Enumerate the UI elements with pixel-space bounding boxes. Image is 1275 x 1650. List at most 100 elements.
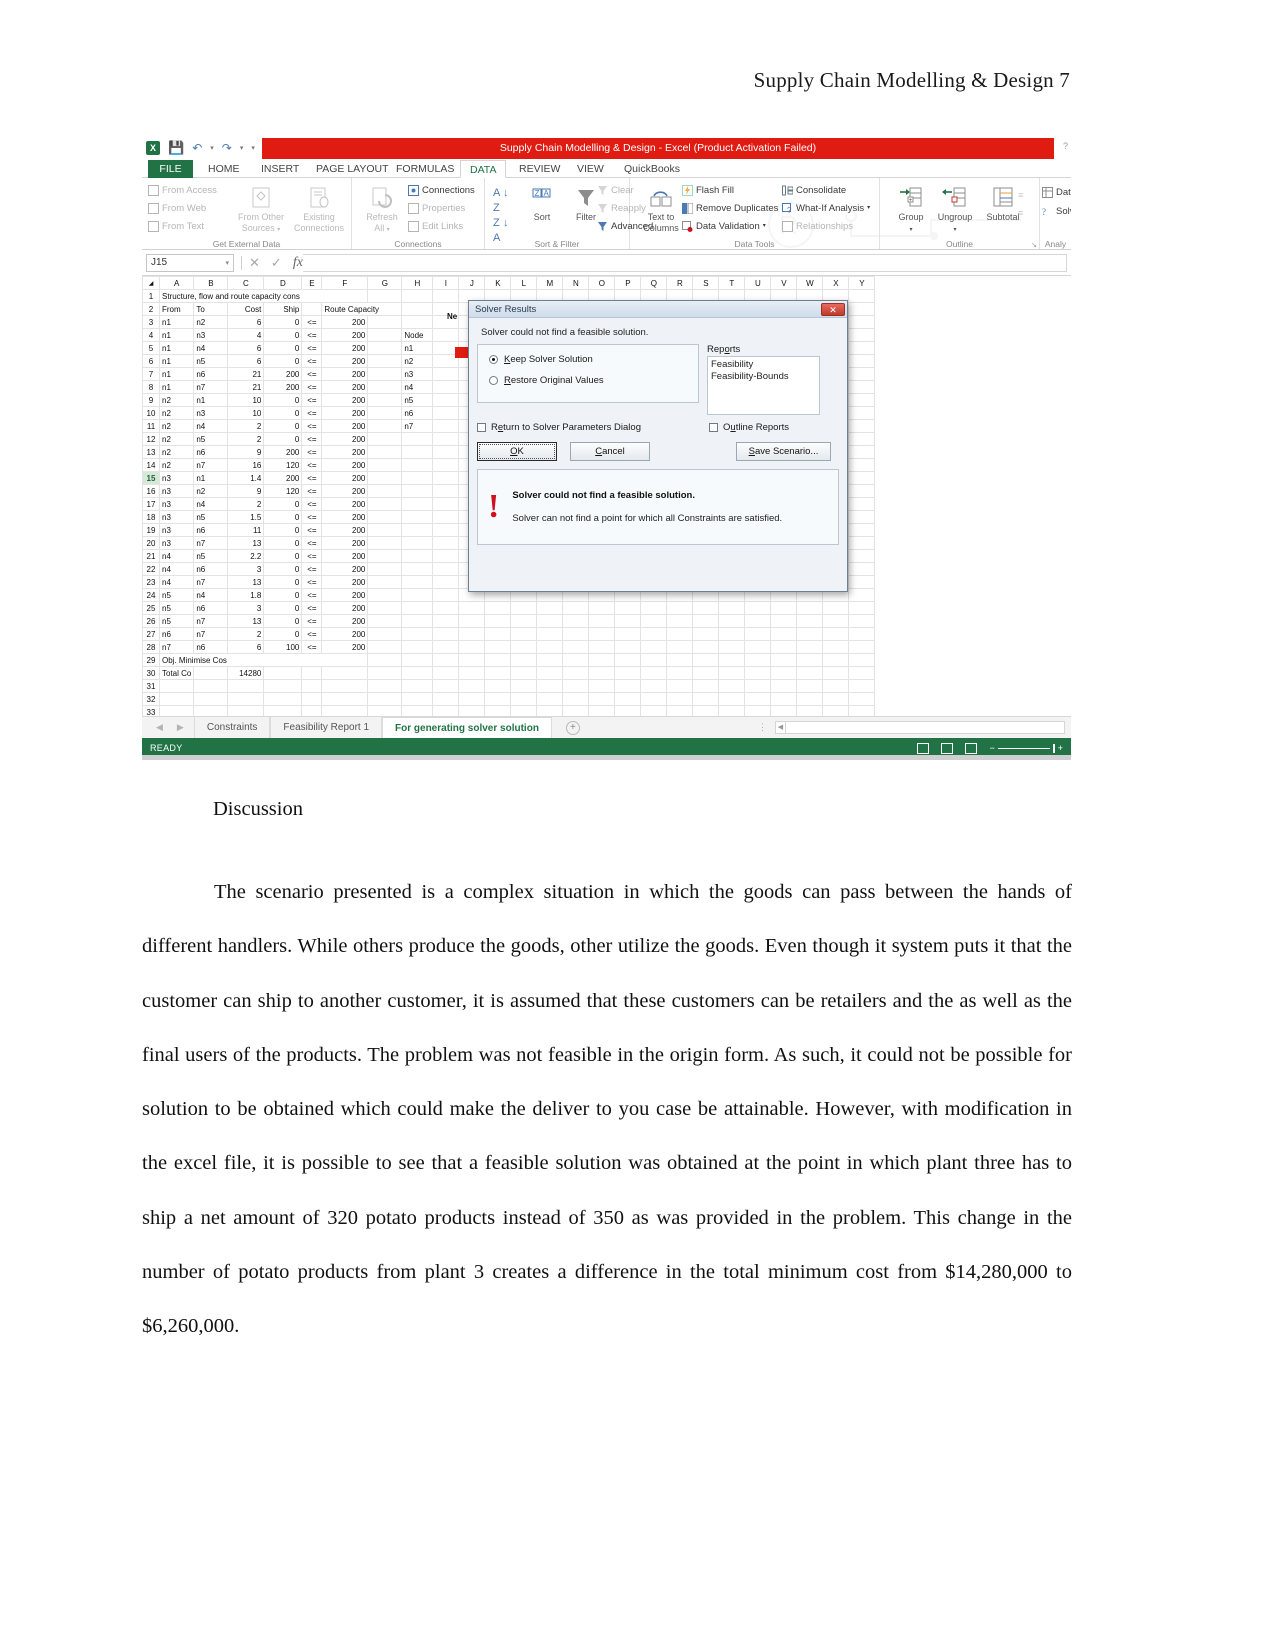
cell-A23[interactable]: n4 (158, 575, 195, 589)
row-header-27[interactable]: 27 (142, 627, 160, 641)
cell-R25[interactable] (666, 601, 694, 615)
cell-C23[interactable]: 13 (227, 575, 265, 589)
cell-R31[interactable] (666, 679, 694, 693)
cell-A19[interactable]: n3 (158, 523, 195, 537)
cell-D16[interactable]: 120 (263, 484, 303, 498)
cell-empty[interactable] (536, 653, 564, 667)
cell-B28[interactable]: n6 (193, 640, 229, 654)
cell-I19[interactable] (432, 523, 460, 537)
cell-B13[interactable]: n6 (193, 445, 229, 459)
cell-R28[interactable] (666, 640, 694, 654)
cell-F7[interactable]: 200 (321, 367, 369, 381)
cell-C17[interactable]: 2 (227, 497, 265, 511)
cell-A27[interactable]: n6 (158, 627, 195, 641)
cell-I28[interactable] (432, 640, 460, 654)
tab-data[interactable]: DATA (460, 160, 507, 178)
cell-C28[interactable]: 6 (227, 640, 265, 654)
cell-Y7[interactable] (848, 367, 876, 381)
cell-Q31[interactable] (640, 679, 668, 693)
cell-A9[interactable]: n2 (158, 393, 195, 407)
cell-A20[interactable]: n3 (158, 536, 195, 550)
cell-K31[interactable] (484, 679, 512, 693)
cell-G27[interactable] (367, 627, 403, 641)
cell-Y21[interactable] (848, 549, 876, 563)
cell-B11[interactable]: n4 (193, 419, 229, 433)
cell-E14[interactable]: <= (301, 458, 323, 472)
cell-D33[interactable] (263, 705, 303, 716)
cell-K26[interactable] (484, 614, 512, 628)
cell-J30[interactable] (458, 666, 486, 680)
cell-empty[interactable] (562, 653, 590, 667)
cell-F11[interactable]: 200 (321, 419, 369, 433)
cell-K30[interactable] (484, 666, 512, 680)
sort-ascending-icon[interactable]: AZ (493, 186, 500, 216)
connections-command[interactable]: Connections (408, 184, 475, 197)
cell-Q32[interactable] (640, 692, 668, 706)
tab-review[interactable]: REVIEW (510, 160, 569, 178)
relationships-command[interactable]: Relationships (782, 220, 870, 233)
cell-B26[interactable]: n7 (193, 614, 229, 628)
cell-E22[interactable]: <= (301, 562, 323, 576)
cell-B21[interactable]: n5 (193, 549, 229, 563)
row-header-26[interactable]: 26 (142, 614, 160, 628)
cell-F12[interactable]: 200 (321, 432, 369, 446)
cell-T26[interactable] (718, 614, 746, 628)
cell-J27[interactable] (458, 627, 486, 641)
cell-U33[interactable] (744, 705, 772, 716)
column-header-e[interactable]: E (301, 276, 323, 290)
cell-P28[interactable] (614, 640, 642, 654)
cell-I23[interactable] (432, 575, 460, 589)
cell-merged-r1[interactable]: Structure, flow and route capacity cons (158, 289, 369, 303)
table-row[interactable]: 30 Total Co 14280 (142, 666, 876, 680)
cell-empty[interactable] (796, 653, 824, 667)
cell-E15[interactable]: <= (301, 471, 323, 485)
cell-V27[interactable] (770, 627, 798, 641)
cell-B27[interactable]: n7 (193, 627, 229, 641)
restore-original-values-option[interactable]: Restore Original Values (489, 375, 698, 386)
row-header-5[interactable]: 5 (142, 341, 160, 355)
row-header-33[interactable]: 33 (142, 705, 160, 716)
cell-R27[interactable] (666, 627, 694, 641)
help-icon[interactable]: ? (1063, 141, 1068, 151)
cell-B19[interactable]: n6 (193, 523, 229, 537)
cell-O33[interactable] (588, 705, 616, 716)
cell-B18[interactable]: n5 (193, 510, 229, 524)
cell-D15[interactable]: 200 (263, 471, 303, 485)
cell-D13[interactable]: 200 (263, 445, 303, 459)
cell-L33[interactable] (510, 705, 538, 716)
properties-command[interactable]: Properties (408, 202, 475, 215)
cell-T32[interactable] (718, 692, 746, 706)
cell-empty[interactable] (666, 653, 694, 667)
cell-H3[interactable] (401, 315, 434, 329)
cell-H14[interactable] (401, 458, 434, 472)
cell-H11[interactable]: n7 (401, 419, 434, 433)
cell-B2[interactable]: To (193, 302, 229, 316)
cell-F25[interactable]: 200 (321, 601, 369, 615)
next-sheet-icon[interactable]: ▶ (177, 722, 184, 733)
cell-E7[interactable]: <= (301, 367, 323, 381)
cell-D27[interactable]: 0 (263, 627, 303, 641)
cell-J25[interactable] (458, 601, 486, 615)
row-header-14[interactable]: 14 (142, 458, 160, 472)
cell-Y5[interactable] (848, 341, 876, 355)
cell-S27[interactable] (692, 627, 720, 641)
report-item-feasibility-bounds[interactable]: Feasibility-Bounds (711, 371, 816, 383)
cell-empty[interactable] (432, 289, 460, 303)
cell-C15[interactable]: 1.4 (227, 471, 265, 485)
ungroup-command[interactable]: Ungroup ▾ (928, 184, 982, 235)
save-scenario-button[interactable]: Save Scenario... (736, 442, 831, 461)
cell-Y15[interactable] (848, 471, 876, 485)
cell-C7[interactable]: 21 (227, 367, 265, 381)
cell-Y22[interactable] (848, 562, 876, 576)
cell-I21[interactable] (432, 549, 460, 563)
cell-G14[interactable] (367, 458, 403, 472)
text-to-columns-command[interactable]: Text to Columns (634, 184, 688, 233)
cell-Y6[interactable] (848, 354, 876, 368)
cell-L26[interactable] (510, 614, 538, 628)
cell-Y31[interactable] (848, 679, 876, 693)
cell-F18[interactable]: 200 (321, 510, 369, 524)
page-layout-view-icon[interactable] (941, 742, 954, 754)
cell-Q30[interactable] (640, 666, 668, 680)
cell-C18[interactable]: 1.5 (227, 510, 265, 524)
ok-button[interactable]: OK (477, 442, 557, 461)
